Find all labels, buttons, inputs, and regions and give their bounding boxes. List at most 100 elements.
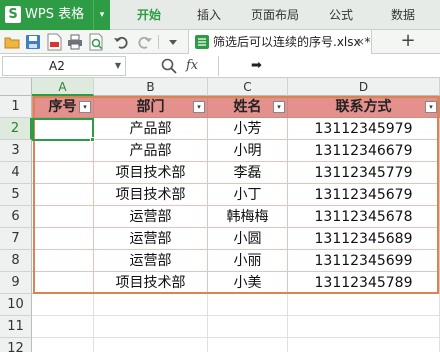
cell-b6[interactable]: 运营部 <box>94 206 208 228</box>
print-icon[interactable] <box>66 33 84 51</box>
select-all-corner[interactable] <box>0 78 32 96</box>
redo-icon[interactable] <box>136 33 154 51</box>
cell-a6[interactable] <box>32 206 94 228</box>
cell-b9[interactable]: 项目技术部 <box>94 272 208 294</box>
empty-cell[interactable] <box>94 316 208 338</box>
tab-formulas[interactable]: 公式 <box>329 0 353 30</box>
filter-dropdown-icon[interactable]: ▾ <box>273 101 285 113</box>
cell-d4[interactable]: 13112345779 <box>288 162 440 184</box>
cell-d5[interactable]: 13112345679 <box>288 184 440 206</box>
cell-d3[interactable]: 13112346679 <box>288 140 440 162</box>
cell-c6[interactable]: 韩梅梅 <box>208 206 288 228</box>
tab-insert[interactable]: 插入 <box>197 0 221 30</box>
header-cell-dept[interactable]: 部门 ▾ <box>94 96 208 118</box>
print-preview-icon[interactable] <box>87 33 105 51</box>
tab-page-layout[interactable]: 页面布局 <box>251 0 299 30</box>
cell-b8[interactable]: 运营部 <box>94 250 208 272</box>
cell-b5[interactable]: 项目技术部 <box>94 184 208 206</box>
empty-cell[interactable] <box>94 338 208 352</box>
header-cell-name[interactable]: 姓名 ▾ <box>208 96 288 118</box>
cell-b7[interactable]: 运营部 <box>94 228 208 250</box>
cell-c4[interactable]: 李磊 <box>208 162 288 184</box>
insert-function-icon[interactable]: fx <box>186 54 198 78</box>
tab-data[interactable]: 数据 <box>391 0 415 30</box>
row-header-7[interactable]: 7 <box>0 228 32 250</box>
app-title: WPS 表格 <box>25 7 85 22</box>
empty-cell[interactable] <box>208 316 288 338</box>
empty-cell[interactable] <box>32 338 94 352</box>
row-header-8[interactable]: 8 <box>0 250 32 272</box>
cell-c5[interactable]: 小丁 <box>208 184 288 206</box>
save-icon[interactable] <box>24 33 42 51</box>
cell-a3[interactable] <box>32 140 94 162</box>
ribbon-tab-bar: S WPS 表格 ▾ 开始 插入 页面布局 公式 数据 <box>0 0 440 30</box>
row-header-12[interactable]: 12 <box>0 338 32 352</box>
tab-home[interactable]: 开始 <box>137 0 161 30</box>
row-header-1[interactable]: 1 <box>0 96 32 118</box>
cell-b2[interactable]: 产品部 <box>94 118 208 140</box>
cell-a4[interactable] <box>32 162 94 184</box>
undo-icon[interactable] <box>112 33 130 51</box>
row-header-4[interactable]: 4 <box>0 162 32 184</box>
cell-c8[interactable]: 小丽 <box>208 250 288 272</box>
cell-a2[interactable] <box>32 118 94 140</box>
cell-d8[interactable]: 13112345699 <box>288 250 440 272</box>
row-header-10[interactable]: 10 <box>0 294 32 316</box>
cell-c3[interactable]: 小明 <box>208 140 288 162</box>
cell-d6[interactable]: 13112345678 <box>288 206 440 228</box>
cell-c9[interactable]: 小美 <box>208 272 288 294</box>
cell-a9[interactable] <box>32 272 94 294</box>
cell-a7[interactable] <box>32 228 94 250</box>
cell-c2[interactable]: 小芳 <box>208 118 288 140</box>
spreadsheet-grid[interactable]: A B C D 1 2 3 4 5 6 7 8 9 10 11 12 序号 ▾ … <box>0 78 440 352</box>
row-header-9[interactable]: 9 <box>0 272 32 294</box>
cell-b4[interactable]: 项目技术部 <box>94 162 208 184</box>
app-menu-dropdown-icon[interactable]: ▾ <box>93 0 110 30</box>
cell-a5[interactable] <box>32 184 94 206</box>
wps-logo-icon: S <box>5 6 21 23</box>
dropdown-icon[interactable] <box>164 33 182 51</box>
cell-c7[interactable]: 小圆 <box>208 228 288 250</box>
cell-d2[interactable]: 13112345979 <box>288 118 440 140</box>
row-header-3[interactable]: 3 <box>0 140 32 162</box>
pdf-export-icon[interactable] <box>45 33 63 51</box>
close-tab-icon[interactable]: × <box>356 30 365 54</box>
row-header-6[interactable]: 6 <box>0 206 32 228</box>
column-header-c[interactable]: C <box>208 78 288 96</box>
cell-a8[interactable] <box>32 250 94 272</box>
header-cell-seq[interactable]: 序号 ▾ <box>32 96 94 118</box>
empty-cell[interactable] <box>208 294 288 316</box>
zoom-search-icon[interactable] <box>160 57 178 75</box>
filter-dropdown-icon[interactable]: ▾ <box>425 101 437 113</box>
wps-app-menu-button[interactable]: S WPS 表格 ▾ <box>0 0 110 30</box>
open-folder-icon[interactable] <box>3 33 21 51</box>
filter-dropdown-icon[interactable]: ▾ <box>193 101 205 113</box>
empty-cell[interactable] <box>32 316 94 338</box>
header-cell-contact[interactable]: 联系方式 ▾ <box>288 96 440 118</box>
row-header-2[interactable]: 2 <box>0 118 32 140</box>
quick-access-toolbar: 筛选后可以连续的序号.xlsx * × + <box>0 30 440 54</box>
cell-b3[interactable]: 产品部 <box>94 140 208 162</box>
empty-cell[interactable] <box>208 338 288 352</box>
row-header-5[interactable]: 5 <box>0 184 32 206</box>
cell-d9[interactable]: 13112345789 <box>288 272 440 294</box>
chevron-down-icon[interactable]: ▼ <box>115 57 121 75</box>
empty-cell[interactable] <box>288 316 440 338</box>
cell-d7[interactable]: 13112345689 <box>288 228 440 250</box>
column-header-b[interactable]: B <box>94 78 208 96</box>
empty-cell[interactable] <box>288 338 440 352</box>
empty-cell[interactable] <box>32 294 94 316</box>
formula-content: ➡ <box>251 58 262 73</box>
header-label: 姓名 <box>233 99 262 115</box>
new-tab-button[interactable]: + <box>396 30 420 54</box>
document-tab[interactable]: 筛选后可以连续的序号.xlsx * × <box>188 30 372 54</box>
filter-dropdown-icon[interactable]: ▾ <box>79 101 91 113</box>
column-header-a[interactable]: A <box>32 78 94 96</box>
fill-handle[interactable] <box>90 137 95 142</box>
column-header-d[interactable]: D <box>288 78 440 96</box>
formula-input[interactable]: ➡ <box>218 56 440 76</box>
name-box[interactable]: A2 ▼ <box>2 56 126 76</box>
empty-cell[interactable] <box>94 294 208 316</box>
row-header-11[interactable]: 11 <box>0 316 32 338</box>
empty-cell[interactable] <box>288 294 440 316</box>
